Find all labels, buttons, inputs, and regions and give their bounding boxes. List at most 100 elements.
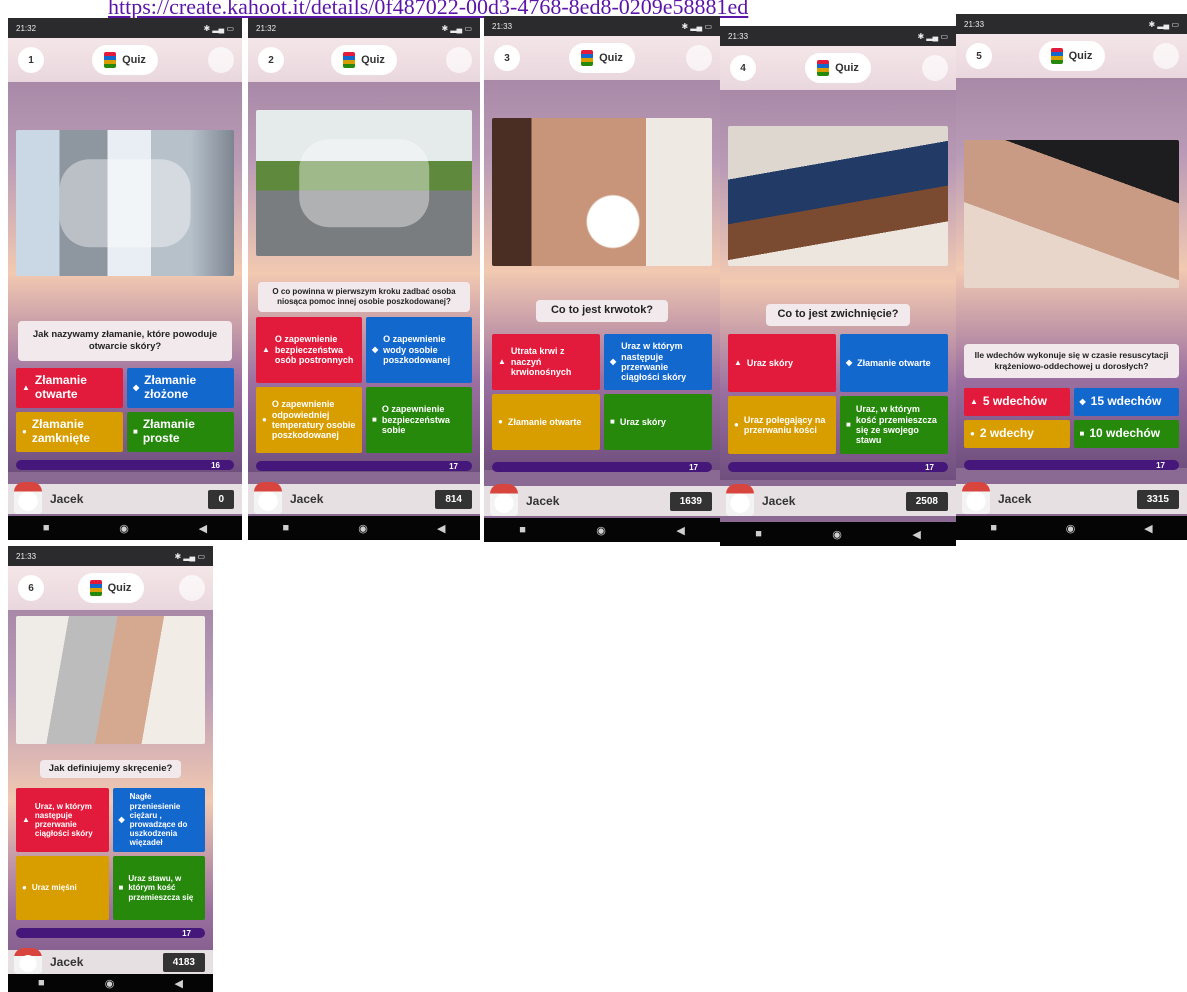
home-icon[interactable]: ◉: [358, 522, 368, 535]
menu-button[interactable]: [446, 47, 472, 73]
player-avatar-icon: [726, 484, 754, 516]
answer-label: Uraz stawu, w którym kość przemieszcza s…: [128, 874, 194, 902]
score-badge: 4183: [162, 952, 205, 972]
recent-apps-icon[interactable]: ■: [43, 522, 50, 534]
menu-button[interactable]: [922, 55, 948, 81]
answer-button[interactable]: ▲ Uraz, w którym następuje przerwanie ci…: [16, 788, 109, 852]
signal-battery-icon: ✱ ▂▄ ▭: [681, 21, 712, 31]
circle-icon: ●: [734, 420, 739, 430]
quiz-title-pill: Quiz: [805, 53, 871, 83]
home-icon[interactable]: ◉: [119, 522, 129, 535]
square-icon: ■: [1079, 429, 1085, 439]
answer-label: O zapewnienie bezpieczeństwa sobie: [381, 404, 450, 436]
answer-label: Złamanie otwarte: [34, 373, 87, 401]
circle-icon: ●: [262, 415, 267, 425]
score-badge: 0: [208, 489, 234, 509]
recent-apps-icon[interactable]: ■: [755, 528, 762, 540]
quiz-title-pill: Quiz: [92, 45, 158, 75]
answer-label: O zapewnienie odpowiedniej temperatury o…: [271, 399, 356, 441]
answer-button[interactable]: ■ Uraz skóry: [604, 394, 712, 450]
quiz-title: Quiz: [361, 54, 385, 66]
status-time: 21:33: [728, 31, 749, 41]
recent-apps-icon[interactable]: ■: [990, 522, 997, 534]
answer-button[interactable]: ● O zapewnienie odpowiedniej temperatury…: [256, 387, 362, 453]
timer-bar: 17: [492, 462, 712, 472]
android-nav-bar: ■ ◉ ◀: [720, 522, 956, 546]
answer-button[interactable]: ◆ Uraz w którym następuje przerwanie cią…: [604, 334, 712, 390]
leg-cast-photo: [16, 130, 234, 276]
signal-battery-icon: ✱ ▂▄ ▭: [1148, 19, 1179, 29]
menu-button[interactable]: [1153, 43, 1179, 69]
home-icon[interactable]: ◉: [832, 528, 842, 541]
answer-button[interactable]: ◆ Nagłe przeniesienie ciężaru , prowadzą…: [112, 788, 205, 852]
answer-button[interactable]: ● Uraz mięśni: [16, 856, 109, 920]
score-badge: 2508: [905, 491, 948, 511]
answer-button[interactable]: ■ Uraz, w którym kość przemieszcza się z…: [840, 396, 948, 454]
answer-button[interactable]: ▲ Złamanie otwarte: [16, 368, 123, 408]
quiz-top-bar: 6 Quiz: [8, 566, 213, 610]
quiz-title: Quiz: [122, 54, 146, 66]
triangle-icon: ▲: [22, 815, 30, 825]
menu-button[interactable]: [208, 47, 234, 73]
triangle-icon: ▲: [22, 383, 30, 393]
answer-button[interactable]: ▲ Uraz skóry: [728, 334, 836, 392]
answer-button[interactable]: ● Złamanie zamknięte: [16, 412, 123, 452]
answer-button[interactable]: ▲ O zapewnienie bezpieczeństwa osób post…: [256, 317, 362, 383]
answer-label: Złamanie otwarte: [857, 357, 931, 368]
menu-button[interactable]: [686, 45, 712, 71]
player-name: Jacek: [762, 494, 796, 508]
answer-label: Uraz, w którym następuje przerwanie ciąg…: [34, 801, 93, 839]
status-bar: 21:32 ✱ ▂▄ ▭: [8, 18, 242, 38]
answer-button[interactable]: ■ Złamanie proste: [127, 412, 234, 452]
answer-label: Uraz, w którym kość przemieszcza się ze …: [855, 404, 937, 446]
player-name: Jacek: [998, 492, 1032, 506]
android-nav-bar: ■ ◉ ◀: [956, 516, 1187, 540]
answer-button[interactable]: ◆ Złamanie złożone: [127, 368, 234, 408]
answer-button[interactable]: ● Złamanie otwarte: [492, 394, 600, 450]
quiz-top-bar: 3 Quiz: [484, 36, 720, 80]
kahoot-logo-icon: [89, 580, 102, 596]
home-icon[interactable]: ◉: [1066, 522, 1076, 535]
square-icon: ■: [118, 883, 124, 893]
answer-button[interactable]: ▲ Utrata krwi z naczyń krwionośnych: [492, 334, 600, 390]
kahoot-logo-icon: [343, 52, 356, 68]
answer-button[interactable]: ● 2 wdechy: [964, 420, 1070, 448]
status-bar: 21:33 ✱ ▂▄ ▭: [484, 16, 720, 36]
question-text: Jak definiujemy skręcenie?: [40, 760, 181, 778]
home-icon[interactable]: ◉: [105, 977, 115, 990]
diamond-icon: ◆: [846, 358, 853, 368]
quiz-top-bar: 4 Quiz: [720, 46, 956, 90]
timer-bar: 17: [256, 461, 472, 471]
recent-apps-icon[interactable]: ■: [519, 524, 526, 536]
diamond-icon: ◆: [118, 815, 125, 825]
answer-button[interactable]: ◆ O zapewnienie wody osobie poszkodowane…: [366, 317, 472, 383]
android-nav-bar: ■ ◉ ◀: [8, 516, 242, 540]
answer-button[interactable]: ■ 10 wdechów: [1073, 420, 1179, 448]
question-text: Co to jest krwotok?: [536, 300, 668, 322]
quiz-title: Quiz: [599, 52, 623, 64]
ankle-photo: [728, 126, 948, 266]
answer-button[interactable]: ◆ 15 wdechów: [1073, 388, 1179, 416]
timer-value: 17: [182, 928, 191, 938]
menu-button[interactable]: [179, 575, 205, 601]
status-time: 21:33: [492, 21, 513, 31]
back-icon[interactable]: ◀: [676, 524, 684, 537]
recent-apps-icon[interactable]: ■: [38, 977, 45, 989]
back-icon[interactable]: ◀: [174, 977, 182, 990]
recent-apps-icon[interactable]: ■: [283, 522, 290, 534]
question-text: Ile wdechów wykonuje się w czasie resusc…: [964, 344, 1179, 378]
answer-label: Złamanie proste: [142, 417, 195, 445]
home-icon[interactable]: ◉: [596, 524, 606, 537]
timer-value: 17: [449, 461, 458, 471]
answer-button[interactable]: ◆ Złamanie otwarte: [840, 334, 948, 392]
back-icon[interactable]: ◀: [437, 522, 445, 535]
answer-label: O zapewnienie wody osobie poszkodowanej: [383, 334, 451, 366]
answer-button[interactable]: ▲ 5 wdechów: [964, 388, 1070, 416]
back-icon[interactable]: ◀: [199, 522, 207, 535]
answer-button[interactable]: ● Uraz polegający na przerwaniu kości: [728, 396, 836, 454]
back-icon[interactable]: ◀: [1144, 522, 1152, 535]
answer-button[interactable]: ■ O zapewnienie bezpieczeństwa sobie: [366, 387, 472, 453]
back-icon[interactable]: ◀: [912, 528, 920, 541]
triangle-icon: ▲: [498, 357, 506, 367]
answer-button[interactable]: ■ Uraz stawu, w którym kość przemieszcza…: [112, 856, 205, 920]
